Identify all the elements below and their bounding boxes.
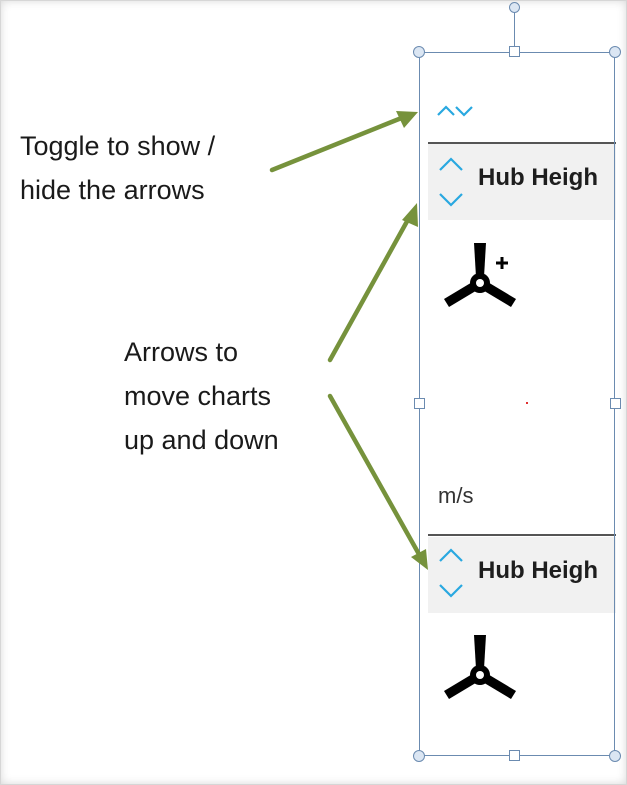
callout-arrow-up xyxy=(327,213,413,363)
callout-arrow-down xyxy=(327,393,423,559)
annotation-arrows xyxy=(269,111,428,570)
callout-arrow-toggle xyxy=(269,114,407,173)
